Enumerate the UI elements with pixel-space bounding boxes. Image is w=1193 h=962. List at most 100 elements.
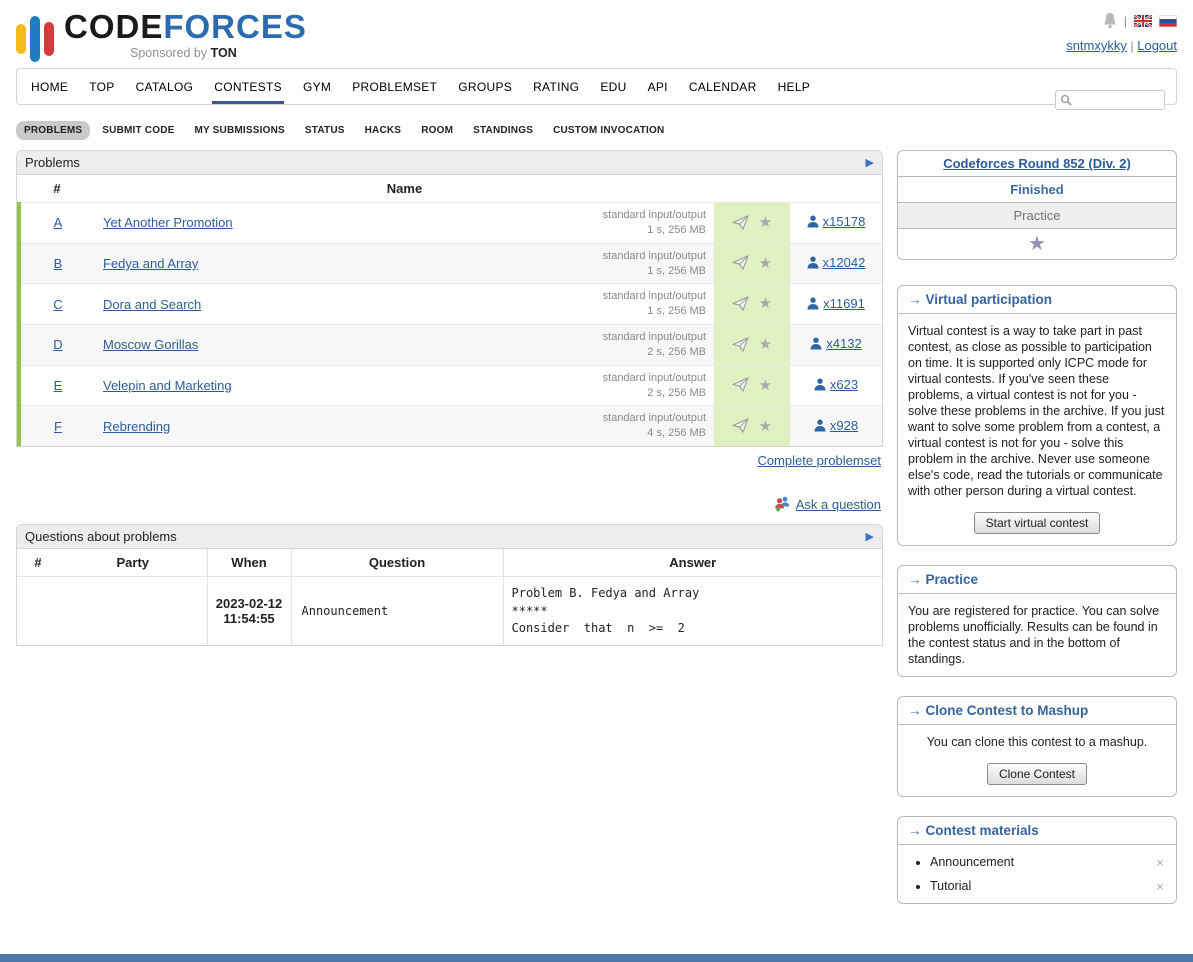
question-row: 2023-02-12 11:54:55 Announcement Problem… (17, 577, 882, 646)
material-link[interactable]: Tutorial (930, 879, 971, 893)
complete-problemset-link[interactable]: Complete problemset (757, 453, 881, 468)
subnav-item[interactable]: SUBMIT CODE (94, 121, 182, 140)
subnav-item[interactable]: STATUS (297, 121, 353, 140)
logo-bars-icon (16, 10, 54, 62)
submit-solution-icon[interactable] (732, 337, 749, 355)
favorite-star-icon[interactable]: ★ (759, 255, 772, 272)
favorite-star-icon[interactable]: ★ (759, 377, 772, 394)
problem-letter-link[interactable]: A (54, 215, 63, 230)
problem-name-link[interactable]: Velepin and Marketing (103, 378, 232, 393)
subnav-item[interactable]: MY SUBMISSIONS (186, 121, 292, 140)
subnav-item[interactable]: ROOM (413, 121, 461, 140)
favorite-star-icon[interactable]: ★ (759, 336, 772, 353)
bell-icon[interactable] (1103, 12, 1117, 29)
nav-item[interactable]: PROBLEMSET (350, 69, 439, 104)
logout-link[interactable]: Logout (1137, 38, 1177, 53)
virtual-participation-title: →Virtual participation (898, 286, 1176, 314)
practice-text: You are registered for practice. You can… (898, 594, 1176, 676)
problem-letter-link[interactable]: F (54, 419, 62, 434)
start-virtual-contest-button[interactable]: Start virtual contest (974, 512, 1101, 534)
nav-item[interactable]: CALENDAR (687, 69, 759, 104)
questions-table: # Party When Question Answer (17, 549, 882, 645)
search-input[interactable] (1075, 92, 1160, 108)
problem-name-link[interactable]: Rebrending (103, 419, 170, 434)
problems-table: # Name A (17, 175, 882, 446)
subnav-item[interactable]: CUSTOM INVOCATION (545, 121, 672, 140)
nav-item[interactable]: RATING (531, 69, 581, 104)
clone-contest-button[interactable]: Clone Contest (987, 763, 1087, 785)
problem-letter-link[interactable]: C (53, 297, 62, 312)
problem-limits: standard input/output 2 s, 256 MB (603, 371, 706, 401)
contest-title-link[interactable]: Codeforces Round 852 (Div. 2) (943, 156, 1131, 171)
person-icon (807, 297, 819, 310)
problem-limits: standard input/output 4 s, 256 MB (603, 411, 706, 441)
material-link[interactable]: Announcement (930, 855, 1014, 869)
subnav-item[interactable]: PROBLEMS (16, 121, 90, 140)
submit-solution-icon[interactable] (732, 377, 749, 395)
problem-name-link[interactable]: Moscow Gorillas (103, 337, 198, 352)
collapse-arrow-icon[interactable]: ▶ (866, 156, 874, 169)
flag-ru-icon[interactable] (1159, 15, 1177, 27)
question-text: Announcement (291, 577, 503, 646)
subnav-item[interactable]: STANDINGS (465, 121, 541, 140)
problem-row: A Yet Another Promotion standard input/o… (19, 203, 882, 244)
close-icon[interactable]: × (1156, 855, 1164, 870)
solved-count-link[interactable]: x11691 (807, 296, 865, 311)
problem-letter-link[interactable]: E (54, 378, 63, 393)
arrow-right-icon: → (908, 703, 922, 718)
submit-solution-icon[interactable] (732, 418, 749, 436)
clone-mashup-box: →Clone Contest to Mashup You can clone t… (897, 696, 1177, 797)
problem-name-link[interactable]: Dora and Search (103, 297, 201, 312)
flag-uk-icon[interactable] (1134, 15, 1152, 27)
arrow-right-icon: → (908, 823, 922, 838)
submit-solution-icon[interactable] (732, 255, 749, 273)
ask-question-link[interactable]: Ask a question (796, 497, 881, 512)
problem-letter-link[interactable]: B (54, 256, 63, 271)
person-icon (810, 337, 822, 350)
arrow-right-icon: → (908, 572, 922, 587)
nav-item[interactable]: GROUPS (456, 69, 514, 104)
nav-item[interactable]: HELP (776, 69, 813, 104)
problem-limits: standard input/output 1 s, 256 MB (603, 289, 706, 319)
nav-item[interactable]: HOME (29, 69, 70, 104)
nav-item[interactable]: CONTESTS (212, 69, 284, 104)
col-header-name: Name (95, 175, 714, 203)
logo-text: CODEFORCES (64, 8, 307, 45)
solved-count-link[interactable]: x928 (814, 418, 858, 433)
favorite-contest-star-icon[interactable]: ★ (1028, 233, 1046, 255)
favorite-star-icon[interactable]: ★ (759, 214, 772, 231)
material-item: × Tutorial (930, 879, 1176, 893)
nav-item[interactable]: CATALOG (134, 69, 196, 104)
question-party (59, 577, 207, 646)
collapse-arrow-icon[interactable]: ▶ (866, 530, 874, 543)
person-icon (814, 419, 826, 432)
questions-caption: Questions about problems ▶ (17, 525, 882, 549)
problem-name-link[interactable]: Yet Another Promotion (103, 215, 233, 230)
subnav-item[interactable]: HACKS (357, 121, 410, 140)
solved-count-link[interactable]: x4132 (810, 336, 861, 351)
solved-count-link[interactable]: x15178 (807, 214, 866, 229)
favorite-star-icon[interactable]: ★ (759, 295, 772, 312)
questions-section: Questions about problems ▶ # Party When … (16, 524, 883, 646)
submit-solution-icon[interactable] (732, 296, 749, 314)
problem-row: C Dora and Search standard input/output … (19, 284, 882, 325)
practice-box: →Practice You are registered for practic… (897, 565, 1177, 677)
problem-letter-link[interactable]: D (53, 337, 62, 352)
submit-solution-icon[interactable] (732, 215, 749, 233)
close-icon[interactable]: × (1156, 879, 1164, 894)
nav-item[interactable]: GYM (301, 69, 333, 104)
solved-count-link[interactable]: x623 (814, 377, 858, 392)
nav-item[interactable]: EDU (598, 69, 628, 104)
favorite-star-icon[interactable]: ★ (759, 418, 772, 435)
nav-item[interactable]: TOP (87, 69, 116, 104)
username-link[interactable]: sntmxykky (1066, 38, 1127, 53)
solved-count-link[interactable]: x12042 (807, 255, 866, 270)
search-box (1055, 90, 1165, 110)
nav-item[interactable]: API (646, 69, 670, 104)
separator: | (1124, 14, 1127, 28)
person-icon (807, 215, 819, 228)
person-icon (807, 256, 819, 269)
material-item: × Announcement (930, 855, 1176, 869)
codeforces-logo[interactable]: CODEFORCES Sponsored by TON (16, 10, 307, 62)
problem-name-link[interactable]: Fedya and Array (103, 256, 198, 271)
